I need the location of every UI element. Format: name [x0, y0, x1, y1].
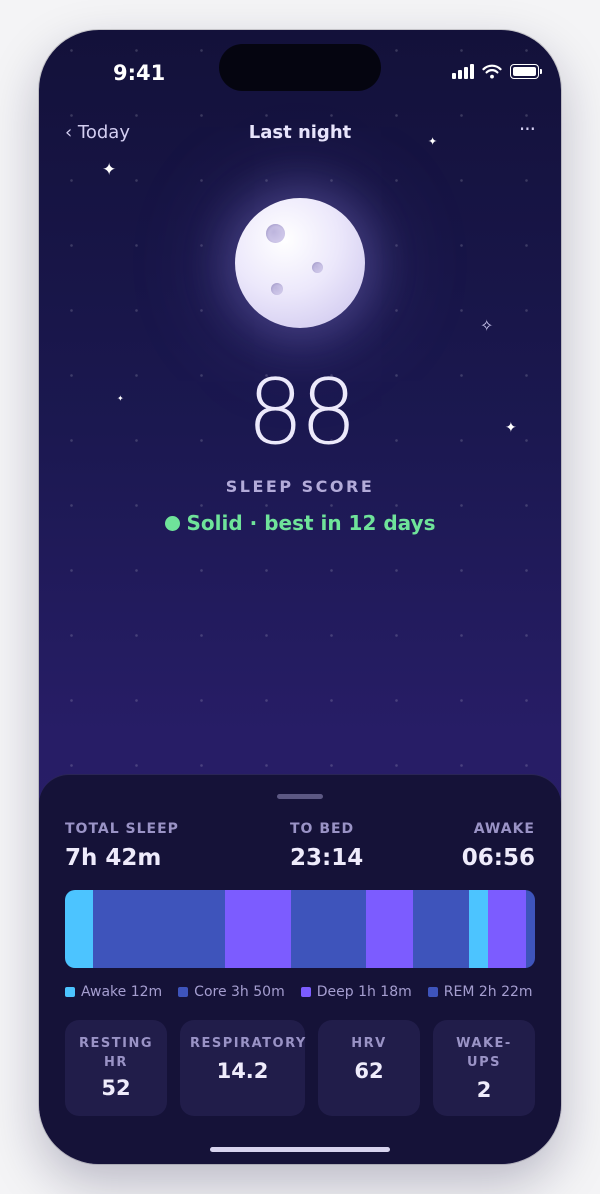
timeline-segment-core: [290, 890, 366, 968]
to-bed-stat: TO BED 23:14: [290, 821, 363, 871]
sparkle-star-icon: ✦: [428, 135, 438, 148]
more-options-button[interactable]: ···: [519, 117, 536, 141]
sleep-score-label: SLEEP SCORE: [225, 477, 375, 496]
legend-item: Deep 1h 18m: [300, 984, 412, 1000]
metric-label: HRV: [351, 1036, 387, 1051]
legend-swatch: [65, 987, 75, 997]
timeline-segment-core: [525, 890, 535, 968]
metric-value: 2: [476, 1078, 492, 1102]
page-title: Last night: [248, 122, 352, 143]
legend-item: Core 3h 50m: [178, 984, 285, 1000]
to-bed-label: TO BED: [290, 821, 355, 837]
legend-label: Core 3h 50m: [194, 984, 285, 1000]
timeline-segment-core: [412, 890, 470, 968]
timeline-segment-deep: [365, 890, 413, 968]
nav-bar: ‹ Today Last night ···: [39, 117, 561, 146]
total-sleep-value: 7h 42m: [65, 845, 162, 871]
metric-label: RESTING HR: [78, 1036, 153, 1070]
phone-screen: 9:41 ‹ Today Last night ··· ✦ ✦ ✧ ✦ ✦ 88…: [39, 30, 561, 1164]
metric-card-hrv[interactable]: HRV 62: [318, 1020, 420, 1116]
moon-crater: [271, 283, 283, 295]
sleep-stage-timeline[interactable]: [65, 890, 535, 968]
legend-label: Awake 12m: [81, 984, 163, 1000]
timeline-segment-awake: [469, 890, 488, 968]
metric-value: 14.2: [216, 1059, 269, 1083]
moon-crater: [312, 262, 323, 273]
awake-value: 06:56: [461, 845, 535, 871]
legend-label: REM 2h 22m: [443, 984, 533, 1000]
legend-label: Deep 1h 18m: [316, 984, 412, 1000]
status-time: 9:41: [113, 61, 166, 85]
battery-icon: [510, 64, 542, 79]
status-dot-icon: [164, 516, 180, 531]
legend-swatch: [300, 987, 311, 997]
metric-card-respiratory[interactable]: RESPIRATORY 14.2: [180, 1020, 305, 1116]
total-sleep-label: TOTAL SLEEP: [65, 821, 179, 837]
metric-label: RESPIRATORY: [190, 1036, 307, 1051]
total-sleep-stat: TOTAL SLEEP 7h 42m: [65, 821, 179, 871]
metric-card-resting-hr[interactable]: RESTING HR 52: [65, 1020, 167, 1116]
sparkle-star-outline-icon: ✧: [480, 316, 494, 335]
sparkle-star-icon: ✦: [102, 160, 117, 180]
legend-item: Awake 12m: [65, 984, 162, 1000]
status-bar: 9:41: [39, 30, 561, 110]
status-icons: [452, 64, 542, 79]
moon-crater: [266, 224, 285, 243]
sleep-summary: TOTAL SLEEP 7h 42m TO BED 23:14 AWAKE 06…: [65, 821, 535, 881]
legend-swatch: [178, 987, 189, 997]
score-status: Solid · best in 12 days: [39, 511, 561, 535]
timeline-segment-deep: [487, 890, 526, 968]
sleep-stage-legend: Awake 12m Core 3h 50m Deep 1h 18m REM 2h 22…: [65, 984, 533, 1000]
awake-label: AWAKE: [473, 821, 535, 837]
metric-label: WAKE-UPS: [456, 1036, 512, 1070]
moon-icon: [235, 198, 365, 328]
timeline-segment-deep: [224, 890, 291, 968]
sheet-grabber-handle[interactable]: [277, 794, 323, 799]
sleep-details-sheet: TOTAL SLEEP 7h 42m TO BED 23:14 AWAKE 06…: [39, 774, 561, 1164]
metric-cards: RESTING HR 52 RESPIRATORY 14.2 HRV 62 WA…: [65, 1020, 535, 1118]
metric-card-wake-ups[interactable]: WAKE-UPS 2: [433, 1020, 535, 1116]
awake-stat: AWAKE 06:56: [462, 821, 535, 871]
metric-value: 62: [354, 1059, 384, 1083]
legend-swatch: [427, 987, 438, 997]
timeline-segment-awake: [65, 890, 94, 968]
score-status-text: Solid · best in 12 days: [186, 511, 436, 535]
cellular-signal-icon: [452, 64, 474, 79]
dynamic-island: [219, 44, 381, 91]
metric-value: 52: [101, 1076, 131, 1100]
home-indicator[interactable]: [210, 1147, 390, 1152]
legend-item: REM 2h 22m: [427, 984, 533, 1000]
wifi-icon: [482, 64, 502, 79]
timeline-segment-core: [93, 890, 225, 968]
to-bed-value: 23:14: [290, 845, 364, 871]
sleep-score-value: 88: [246, 360, 358, 465]
